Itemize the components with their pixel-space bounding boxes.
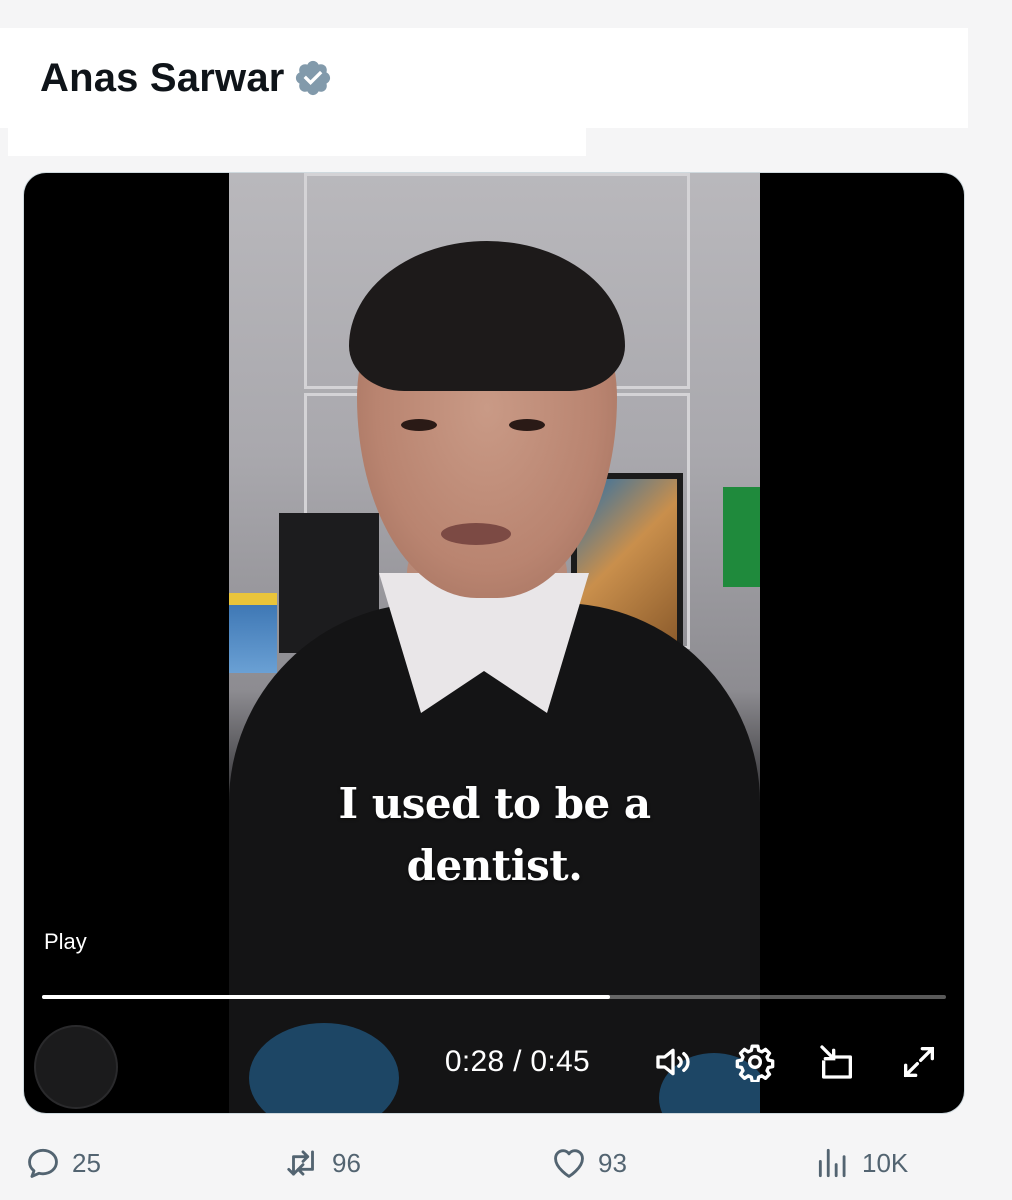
video-frame[interactable] [229, 173, 760, 1113]
view-count: 10K [862, 1147, 909, 1178]
settings-button[interactable] [732, 1039, 778, 1085]
volume-button[interactable] [650, 1039, 696, 1085]
verified-badge-icon[interactable] [293, 58, 333, 98]
repost-icon [287, 1150, 314, 1176]
settings-icon [735, 1044, 775, 1082]
reply-count: 25 [72, 1147, 101, 1178]
person-eye [509, 419, 545, 431]
tweet-page: Anas Sarwar I used to be a dentist. Play… [0, 0, 1012, 1200]
picture-in-picture-icon [820, 1045, 852, 1079]
picture-in-picture-button[interactable] [814, 1039, 860, 1085]
person-eye [401, 419, 437, 431]
repost-button[interactable]: 96 [284, 1144, 361, 1182]
views-button[interactable]: 10K [814, 1144, 908, 1182]
caption-line: dentist. [406, 841, 583, 890]
person-mouth [441, 523, 511, 545]
author-name[interactable]: Anas Sarwar [40, 54, 285, 102]
video-caption: I used to be a dentist. [229, 773, 760, 897]
progress-fill [42, 995, 610, 999]
storage-box [229, 593, 277, 673]
repost-count: 96 [332, 1147, 361, 1178]
duration: 0:45 [530, 1045, 590, 1078]
tweet-actions: 25 96 93 10K [24, 1144, 924, 1188]
like-button[interactable]: 93 [550, 1144, 627, 1182]
reply-icon [28, 1148, 58, 1178]
heart-icon [554, 1149, 584, 1178]
progress-bar[interactable] [42, 995, 946, 999]
tweet-text-cropped [8, 128, 586, 156]
current-time: 0:28 [444, 1045, 505, 1078]
video-controls: 0:28 / 0:45 [445, 1039, 942, 1085]
time-display: 0:28 / 0:45 [445, 1045, 590, 1079]
volume-icon [656, 1048, 690, 1076]
reply-button[interactable]: 25 [24, 1144, 101, 1182]
like-count: 93 [598, 1147, 627, 1178]
avatar [34, 1025, 118, 1109]
tweet-header: Anas Sarwar [0, 28, 968, 128]
author-row[interactable]: Anas Sarwar [40, 54, 333, 102]
time-separator: / [513, 1045, 522, 1078]
fullscreen-icon [904, 1047, 934, 1077]
analytics-icon [818, 1148, 846, 1178]
play-label[interactable]: Play [44, 929, 87, 955]
video-player[interactable]: I used to be a dentist. Play 0:28 / 0:45 [24, 173, 964, 1113]
fullscreen-button[interactable] [896, 1039, 942, 1085]
caption-line: I used to be a [338, 779, 651, 828]
green-flag [723, 487, 760, 587]
